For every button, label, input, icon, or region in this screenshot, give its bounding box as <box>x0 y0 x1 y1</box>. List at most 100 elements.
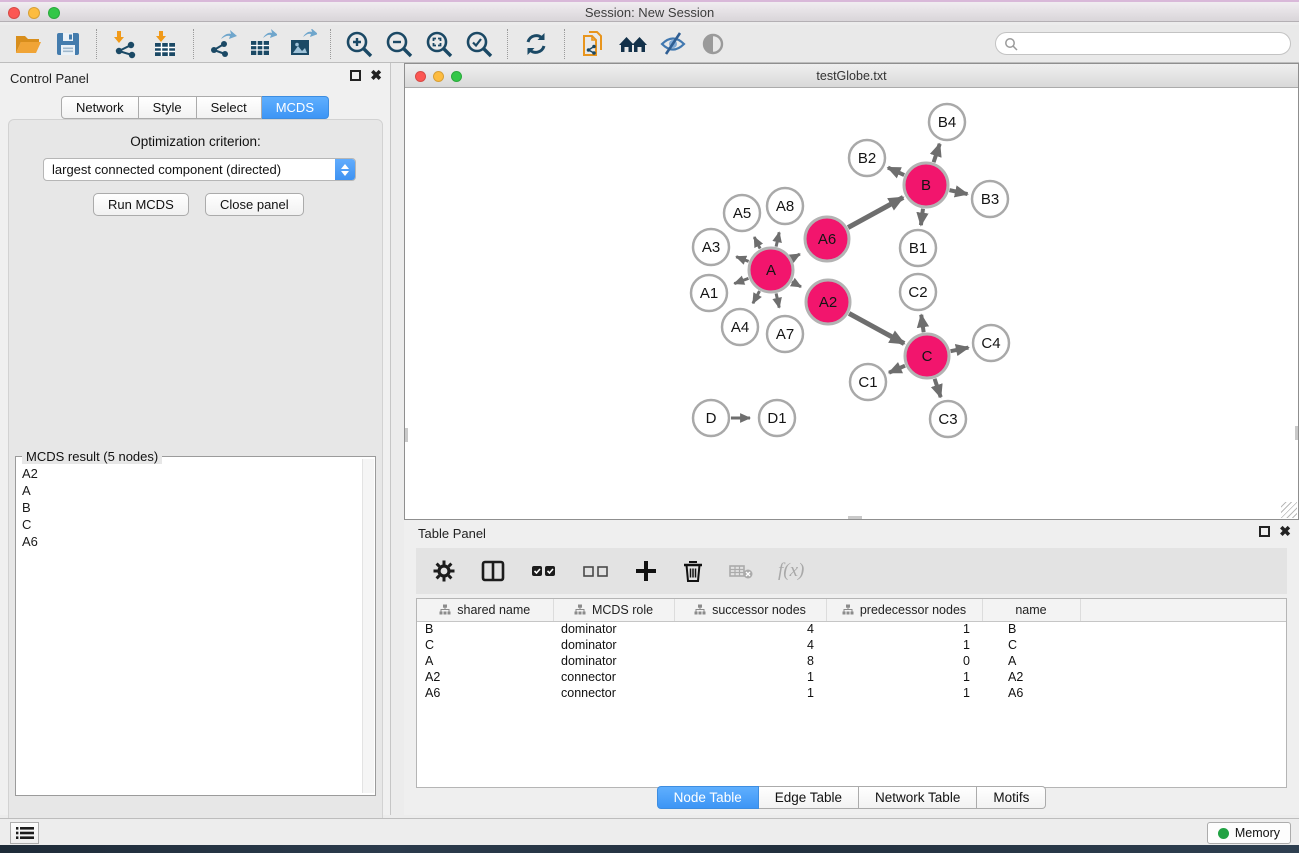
edge-A-A7[interactable] <box>776 293 779 307</box>
edge-B-B1[interactable] <box>921 209 923 225</box>
table-cell[interactable]: B <box>417 621 553 637</box>
table-cell[interactable]: A <box>417 653 553 669</box>
graph-node-D[interactable]: D <box>693 400 729 436</box>
run-mcds-button[interactable]: Run MCDS <box>93 193 189 216</box>
edge-A2-C[interactable] <box>849 313 904 343</box>
tab-edge-table[interactable]: Edge Table <box>759 786 859 809</box>
search-input[interactable] <box>1023 37 1282 51</box>
graph-node-B2[interactable]: B2 <box>849 140 885 176</box>
column-header-predecessor-nodes[interactable]: predecessor nodes <box>826 599 982 621</box>
table-cell[interactable]: 1 <box>674 669 826 685</box>
graph-node-A7[interactable]: A7 <box>767 316 803 352</box>
table-row[interactable]: A6connector11A6 <box>417 685 1286 701</box>
tab-style[interactable]: Style <box>139 96 197 119</box>
float-table-panel-icon[interactable] <box>1259 526 1270 537</box>
select-all-checkboxes-icon[interactable] <box>530 556 558 586</box>
graph-node-A4[interactable]: A4 <box>722 309 758 345</box>
edge-A-A1[interactable] <box>734 278 748 283</box>
table-cell[interactable]: 1 <box>826 637 982 653</box>
table-row[interactable]: Bdominator41B <box>417 621 1286 637</box>
table-cell[interactable]: connector <box>553 669 674 685</box>
graph-node-B[interactable]: B <box>904 163 948 207</box>
resize-grip[interactable] <box>1281 502 1297 518</box>
import-table-icon[interactable] <box>148 28 182 60</box>
table-cell[interactable]: dominator <box>553 637 674 653</box>
table-cell[interactable]: A <box>982 653 1080 669</box>
column-layout-icon[interactable] <box>480 556 506 586</box>
zoom-out-icon[interactable] <box>382 28 416 60</box>
clone-network-icon[interactable] <box>576 28 610 60</box>
refresh-icon[interactable] <box>519 28 553 60</box>
export-table-icon[interactable] <box>245 28 279 60</box>
table-row[interactable]: Cdominator41C <box>417 637 1286 653</box>
zoom-selected-icon[interactable] <box>462 28 496 60</box>
delete-column-icon[interactable] <box>682 556 704 586</box>
edge-B-B2[interactable] <box>888 168 904 175</box>
graph-node-B1[interactable]: B1 <box>900 230 936 266</box>
zoom-fit-icon[interactable] <box>422 28 456 60</box>
close-table-panel-icon[interactable]: ✖ <box>1279 526 1291 537</box>
tab-network[interactable]: Network <box>61 96 139 119</box>
float-panel-icon[interactable] <box>350 70 361 81</box>
table-row[interactable]: Adominator80A <box>417 653 1286 669</box>
export-image-icon[interactable] <box>285 28 319 60</box>
table-cell[interactable]: connector <box>553 685 674 701</box>
graph-node-C1[interactable]: C1 <box>850 364 886 400</box>
table-cell[interactable]: 4 <box>674 637 826 653</box>
gear-icon[interactable] <box>432 556 456 586</box>
optimization-criterion-dropdown[interactable]: largest connected component (directed) <box>43 158 356 181</box>
graph-node-A[interactable]: A <box>749 248 793 292</box>
export-network-icon[interactable] <box>205 28 239 60</box>
table-cell[interactable]: 1 <box>826 669 982 685</box>
table-cell[interactable]: 0 <box>826 653 982 669</box>
graph-node-C3[interactable]: C3 <box>930 401 966 437</box>
edge-A-A8[interactable] <box>776 232 779 246</box>
table-cell[interactable]: dominator <box>553 621 674 637</box>
table-cell[interactable]: C <box>417 637 553 653</box>
graph-node-A3[interactable]: A3 <box>693 229 729 265</box>
edge-A-A6[interactable] <box>792 254 800 258</box>
graph-node-C[interactable]: C <box>905 334 949 378</box>
edge-B-B4[interactable] <box>934 144 940 162</box>
tab-mcds[interactable]: MCDS <box>262 96 329 119</box>
home-icon[interactable] <box>616 28 650 60</box>
graph-node-A6[interactable]: A6 <box>805 217 849 261</box>
table-cell[interactable]: A6 <box>982 685 1080 701</box>
network-canvas[interactable]: AA1A2A3A4A5A6A7A8BB1B2B3B4CC1C2C3C4DD1 <box>405 88 1298 519</box>
column-header-shared-name[interactable]: shared name <box>417 599 553 621</box>
memory-button[interactable]: Memory <box>1207 822 1291 844</box>
graph-node-D1[interactable]: D1 <box>759 400 795 436</box>
graph-node-B3[interactable]: B3 <box>972 181 1008 217</box>
edge-A-A4[interactable] <box>753 291 760 303</box>
show-eye-icon[interactable] <box>696 28 730 60</box>
edge-C-C3[interactable] <box>935 379 941 397</box>
edge-B-B3[interactable] <box>949 190 967 194</box>
table-cell[interactable]: A6 <box>417 685 553 701</box>
table-cell[interactable]: 1 <box>826 685 982 701</box>
add-column-icon[interactable] <box>634 556 658 586</box>
task-history-button[interactable] <box>10 822 39 844</box>
table-row[interactable]: A2connector11A2 <box>417 669 1286 685</box>
search-field[interactable] <box>995 32 1291 55</box>
table-cell[interactable]: A2 <box>417 669 553 685</box>
graph-node-B4[interactable]: B4 <box>929 104 965 140</box>
table-cell[interactable]: 1 <box>674 685 826 701</box>
result-scrollbar[interactable] <box>362 459 374 793</box>
hide-panel-icon[interactable] <box>656 28 690 60</box>
table-cell[interactable]: dominator <box>553 653 674 669</box>
edge-A6-B[interactable] <box>848 197 903 227</box>
close-panel-button[interactable]: Close panel <box>205 193 304 216</box>
edge-A-A3[interactable] <box>736 257 748 262</box>
edge-A-A5[interactable] <box>754 237 760 249</box>
table-cell[interactable]: 1 <box>826 621 982 637</box>
save-session-icon[interactable] <box>51 28 85 60</box>
edge-C-C2[interactable] <box>921 315 923 332</box>
tab-network-table[interactable]: Network Table <box>859 786 977 809</box>
graph-node-A2[interactable]: A2 <box>806 280 850 324</box>
graph-node-C4[interactable]: C4 <box>973 325 1009 361</box>
column-header-name[interactable]: name <box>982 599 1080 621</box>
table-cell[interactable]: A2 <box>982 669 1080 685</box>
open-session-icon[interactable] <box>11 28 45 60</box>
column-header-mcds-role[interactable]: MCDS role <box>553 599 674 621</box>
table-cell[interactable]: B <box>982 621 1080 637</box>
